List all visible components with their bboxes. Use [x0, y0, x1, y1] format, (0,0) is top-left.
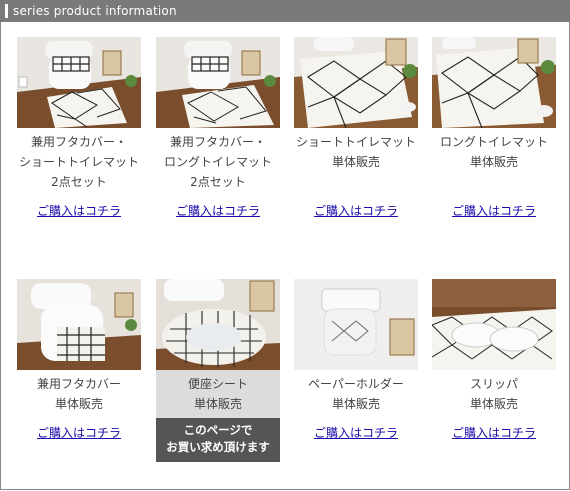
product-caption: 兼用フタカバー・ ショートトイレマット 2点セット	[18, 135, 139, 189]
product-caption: スリッパ 単体販売	[469, 377, 518, 411]
section-title: series product information	[13, 4, 177, 18]
purchase-link[interactable]: ご購入はコチラ	[432, 202, 556, 219]
product-card: 兼用フタカバー・ ロングトイレマット 2点セット ご購入はコチラ	[156, 37, 280, 219]
header-accent-bar	[5, 4, 8, 18]
product-card: 兼用フタカバー 単体販売 ご購入はコチラ	[17, 279, 141, 441]
product-caption: 兼用フタカバー・ ロングトイレマット 2点セット	[163, 135, 272, 189]
purchase-link[interactable]: ご購入はコチラ	[294, 424, 418, 441]
section-header: series product information	[0, 0, 570, 22]
product-image-long-toilet-mat[interactable]	[432, 37, 556, 128]
product-image-lid-cover[interactable]	[17, 279, 141, 370]
product-caption: ロングトイレマット 単体販売	[439, 135, 548, 169]
purchase-link[interactable]: ご購入はコチラ	[156, 202, 280, 219]
purchase-link[interactable]: ご購入はコチラ	[17, 202, 141, 219]
product-caption: ショートトイレマット 単体販売	[295, 135, 416, 169]
product-image-slippers[interactable]	[432, 279, 556, 370]
product-image-lid-cover-short-mat-set[interactable]	[17, 37, 141, 128]
product-card: 兼用フタカバー・ ショートトイレマット 2点セット ご購入はコチラ	[17, 37, 141, 219]
product-image-toilet-seat-cover[interactable]	[156, 279, 280, 370]
product-caption: 便座シート 単体販売	[187, 377, 248, 411]
product-card-current: 便座シート 単体販売 このページで お買い求め頂けます	[156, 279, 280, 462]
product-caption: 兼用フタカバー 単体販売	[36, 377, 121, 411]
available-here-badge: このページで お買い求め頂けます	[156, 418, 280, 462]
purchase-link[interactable]: ご購入はコチラ	[432, 424, 556, 441]
product-card: ロングトイレマット 単体販売 ご購入はコチラ	[432, 37, 556, 219]
product-card: ペーパーホルダー 単体販売 ご購入はコチラ	[294, 279, 418, 441]
product-image-short-toilet-mat[interactable]	[294, 37, 418, 128]
current-caption-box: 便座シート 単体販売	[156, 370, 280, 418]
product-image-lid-cover-long-mat-set[interactable]	[156, 37, 280, 128]
product-caption: ペーパーホルダー 単体販売	[308, 377, 404, 411]
purchase-link[interactable]: ご購入はコチラ	[294, 202, 418, 219]
product-card: スリッパ 単体販売 ご購入はコチラ	[432, 279, 556, 441]
purchase-link[interactable]: ご購入はコチラ	[17, 424, 141, 441]
product-card: ショートトイレマット 単体販売 ご購入はコチラ	[294, 37, 418, 219]
product-image-paper-holder[interactable]	[294, 279, 418, 370]
